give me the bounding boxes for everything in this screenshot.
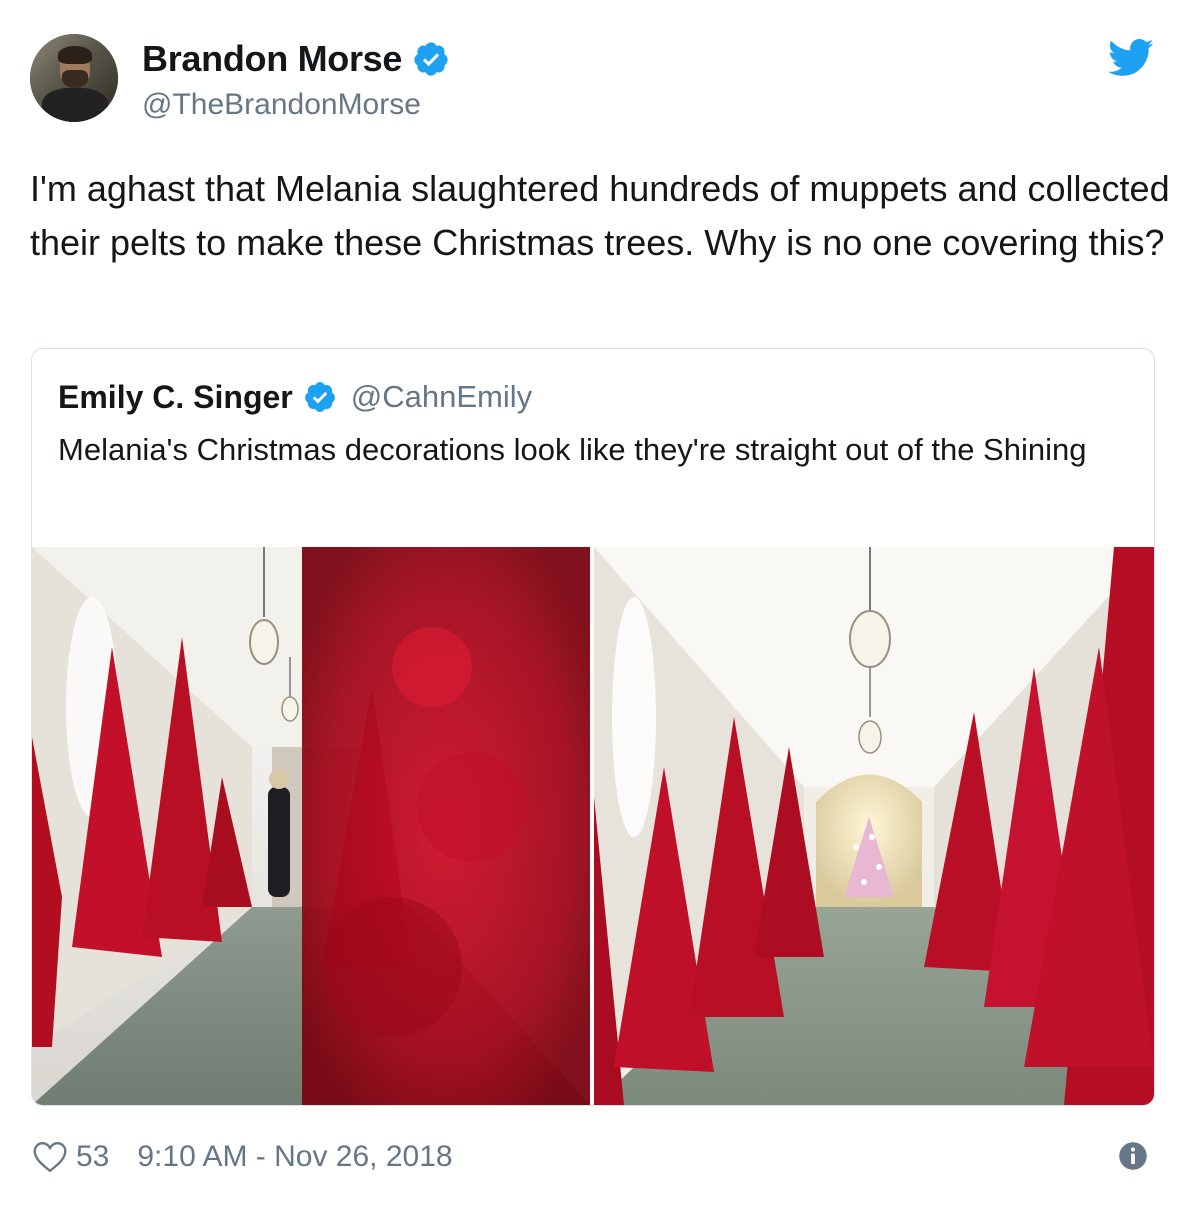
quoted-author-row: Emily C. Singer @CahnEmily <box>58 377 532 417</box>
tweet-card: Brandon Morse @TheBrandonMorse I'm aghas… <box>0 0 1200 1212</box>
author-name-row: Brandon Morse <box>142 38 450 80</box>
quoted-photo-2[interactable] <box>594 547 1154 1105</box>
quoted-tweet[interactable]: Emily C. Singer @CahnEmily Melania's Chr… <box>31 348 1155 1106</box>
like-count[interactable]: 53 <box>76 1140 109 1174</box>
verified-badge-icon <box>304 382 335 412</box>
author-display-name[interactable]: Brandon Morse <box>142 38 402 80</box>
author-avatar[interactable] <box>30 34 118 122</box>
tweet-text: I'm aghast that Melania slaughtered hund… <box>30 168 1170 263</box>
quoted-tweet-text: Melania's Christmas decorations look lik… <box>58 432 1087 467</box>
heart-icon[interactable] <box>32 1141 68 1173</box>
tweet-footer: 53 9:10 AM - Nov 26, 2018 <box>32 1136 453 1178</box>
quoted-media-grid <box>32 547 1154 1105</box>
tweet-timestamp[interactable]: 9:10 AM - Nov 26, 2018 <box>137 1140 452 1174</box>
quoted-handle[interactable]: @CahnEmily <box>351 379 532 415</box>
verified-badge-icon <box>414 42 448 76</box>
info-icon[interactable] <box>1118 1141 1148 1171</box>
quoted-display-name[interactable]: Emily C. Singer <box>58 379 293 416</box>
quoted-photo-1[interactable] <box>32 547 590 1105</box>
author-handle[interactable]: @TheBrandonMorse <box>142 88 421 122</box>
twitter-bird-icon[interactable] <box>1108 38 1154 78</box>
